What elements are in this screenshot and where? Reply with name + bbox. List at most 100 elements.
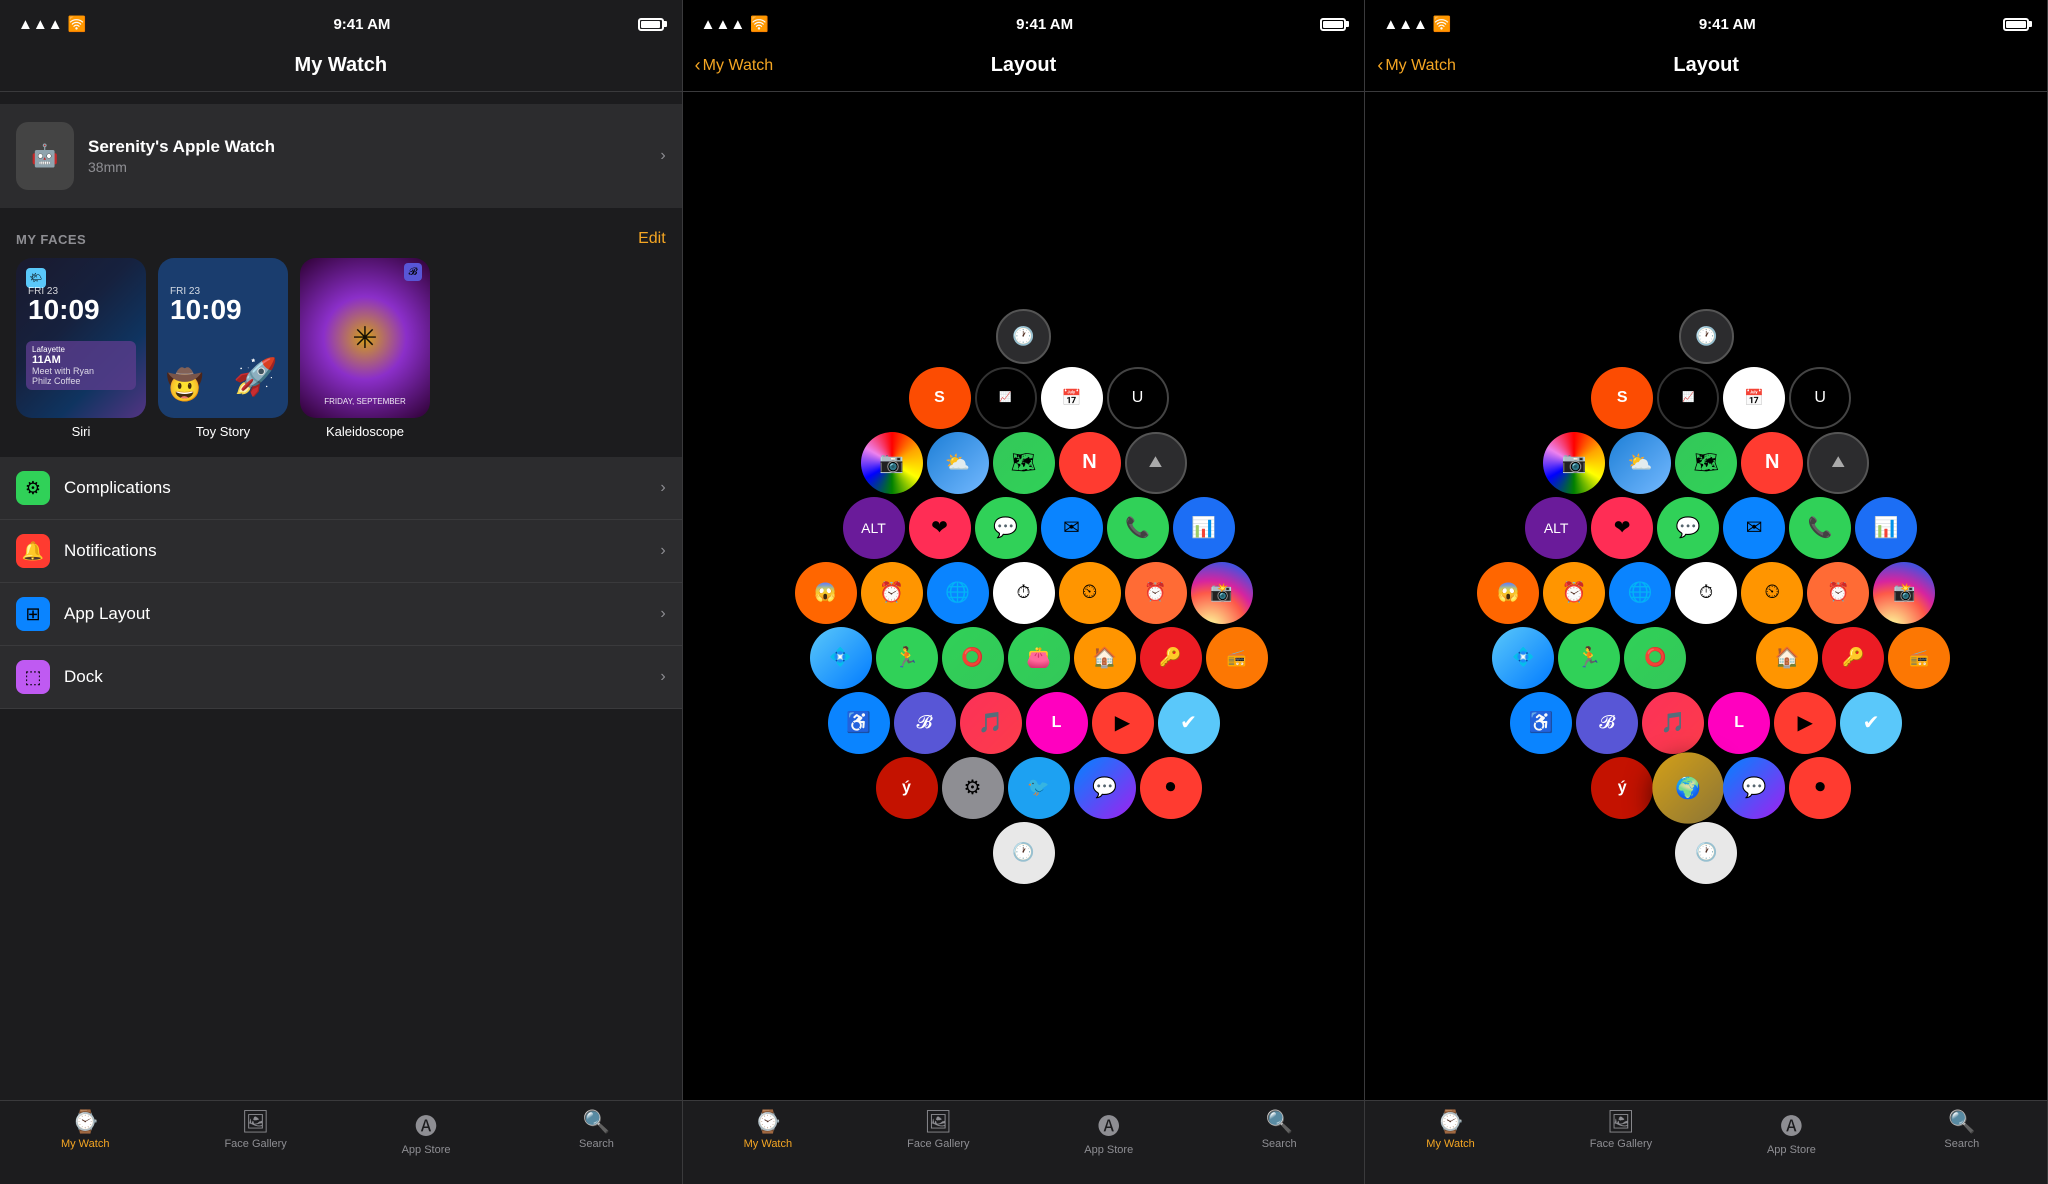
app-icon-3-yelp[interactable]: ý: [1591, 757, 1653, 819]
tab-search-3[interactable]: 🔍 Search: [1877, 1109, 2047, 1150]
app-icon-phone[interactable]: 📞: [1107, 497, 1169, 559]
tab-my-watch-3[interactable]: ⌚ My Watch: [1365, 1109, 1535, 1150]
tab-my-watch-2[interactable]: ⌚ My Watch: [683, 1109, 853, 1150]
app-icon-tweetbot[interactable]: 🐦: [1008, 757, 1070, 819]
app-icon-home[interactable]: 🏠: [1074, 627, 1136, 689]
app-icon-news[interactable]: N: [1059, 432, 1121, 494]
app-icon-3-mail[interactable]: ✉: [1723, 497, 1785, 559]
app-icon-overcast[interactable]: 📻: [1206, 627, 1268, 689]
app-icon-3-instagram[interactable]: 📸: [1873, 562, 1935, 624]
app-icon-3-messenger[interactable]: 💬: [1723, 757, 1785, 819]
app-icon-3-liftoff[interactable]: 𝓑: [1576, 692, 1638, 754]
app-icon-3-maps[interactable]: 🗺: [1675, 432, 1737, 494]
app-icon-messenger[interactable]: 💬: [1074, 757, 1136, 819]
app-icon-3-lyft[interactable]: L: [1708, 692, 1770, 754]
app-icon-instagram[interactable]: 📸: [1191, 562, 1253, 624]
app-icon-3-messages[interactable]: 💬: [1657, 497, 1719, 559]
app-icon-3-globe[interactable]: 🌐: [1609, 562, 1671, 624]
tab-search-1[interactable]: 🔍 Search: [511, 1109, 681, 1150]
app-icon-3-phone[interactable]: 📞: [1789, 497, 1851, 559]
app-icon-3-photos[interactable]: 📷: [1543, 432, 1605, 494]
app-icon-tick[interactable]: ✔: [1158, 692, 1220, 754]
app-icon-photos[interactable]: 📷: [861, 432, 923, 494]
app-icon-3-music[interactable]: 🎵: [1642, 692, 1704, 754]
menu-item-applayout[interactable]: ⊞ App Layout ›: [0, 583, 682, 646]
app-icon-timer1[interactable]: ⏲: [1059, 562, 1121, 624]
app-icon-accessibility[interactable]: ♿: [828, 692, 890, 754]
app-icon-keynote[interactable]: 📊: [1173, 497, 1235, 559]
app-icon-settings[interactable]: ⚙: [942, 757, 1004, 819]
app-icon-worldclock[interactable]: ⏱: [993, 562, 1055, 624]
app-icon-mr-face[interactable]: 😱: [795, 562, 857, 624]
tab-app-store-1[interactable]: 🅐 App Store: [341, 1109, 511, 1156]
app-icon-3-accessibility[interactable]: ♿: [1510, 692, 1572, 754]
face-card-toystory[interactable]: FRI 23 10:09 🚀 🤠 Toy Story: [158, 258, 288, 439]
app-icon-worldclock-bottom[interactable]: 🕐: [993, 822, 1055, 884]
app-icon-3-stocks[interactable]: 📈: [1657, 367, 1719, 429]
back-button-2[interactable]: ‹ My Watch: [695, 55, 774, 76]
app-icon-3-record[interactable]: ⏺: [1789, 757, 1851, 819]
app-icon-3-overcast[interactable]: 📻: [1888, 627, 1950, 689]
app-icon-stocks[interactable]: 📈: [975, 367, 1037, 429]
app-icon-3-calendar[interactable]: 📅: [1723, 367, 1785, 429]
edit-button[interactable]: Edit: [638, 230, 666, 248]
app-icon-3-home[interactable]: 🏠: [1756, 627, 1818, 689]
menu-item-dock[interactable]: ⬚ Dock ›: [0, 646, 682, 709]
back-button-3[interactable]: ‹ My Watch: [1377, 55, 1456, 76]
app-icon-uber[interactable]: U: [1107, 367, 1169, 429]
app-icon-breathe[interactable]: 💠: [810, 627, 872, 689]
app-icon-apogee[interactable]: ALT: [843, 497, 905, 559]
app-icon-timer2[interactable]: ⏰: [1125, 562, 1187, 624]
app-icon-alarm[interactable]: ⏰: [861, 562, 923, 624]
app-icon-messages[interactable]: 💬: [975, 497, 1037, 559]
app-icon-strava[interactable]: S: [909, 367, 971, 429]
app-icon-activity[interactable]: ⭕: [942, 627, 1004, 689]
face-card-siri[interactable]: 🌤 FRI 23 10:09 Lafayette 11AM Meet with …: [16, 258, 146, 439]
app-grid-2[interactable]: 🕐 S 📈 📅 U 📷 ⛅ 🗺 N ⛰: [683, 92, 1365, 1184]
app-icon-3-authy[interactable]: 🔑: [1822, 627, 1884, 689]
face-card-kaleido[interactable]: 𝓑 ✳ FRIDAY, SEPTEMBER Kaleidoscope: [300, 258, 430, 439]
app-icon-3-infuse[interactable]: ▶: [1774, 692, 1836, 754]
tab-face-gallery-2[interactable]: 🖼 Face Gallery: [853, 1109, 1023, 1150]
app-icon-3-remote[interactable]: ⛰: [1807, 432, 1869, 494]
app-icon-maps[interactable]: 🗺: [993, 432, 1055, 494]
app-icon-3-uber[interactable]: U: [1789, 367, 1851, 429]
app-icon-globe[interactable]: 🌐: [927, 562, 989, 624]
app-icon-3-keynote[interactable]: 📊: [1855, 497, 1917, 559]
app-icon-3-clock-top[interactable]: 🕐: [1679, 309, 1734, 364]
app-icon-liftoff[interactable]: 𝓑: [894, 692, 956, 754]
menu-item-notifications[interactable]: 🔔 Notifications ›: [0, 520, 682, 583]
app-icon-mail[interactable]: ✉: [1041, 497, 1103, 559]
watch-device[interactable]: 🤖 Serenity's Apple Watch 38mm ›: [0, 104, 682, 208]
tab-app-store-3[interactable]: 🅐 App Store: [1706, 1109, 1876, 1156]
app-icon-3-fitness[interactable]: 🏃: [1558, 627, 1620, 689]
app-icon-3-strava[interactable]: S: [1591, 367, 1653, 429]
app-icon-3-apogee[interactable]: ALT: [1525, 497, 1587, 559]
tab-face-gallery-3[interactable]: 🖼 Face Gallery: [1536, 1109, 1706, 1150]
app-icon-weather[interactable]: ⛅: [927, 432, 989, 494]
app-icon-3-breathe[interactable]: 💠: [1492, 627, 1554, 689]
app-icon-3-news[interactable]: N: [1741, 432, 1803, 494]
app-icon-3-face[interactable]: 😱: [1477, 562, 1539, 624]
tab-face-gallery-1[interactable]: 🖼 Face Gallery: [170, 1109, 340, 1150]
app-icon-infuse[interactable]: ▶: [1092, 692, 1154, 754]
app-icon-3-wallet-dragging[interactable]: 🌍: [1653, 752, 1724, 823]
app-icon-3-heart[interactable]: ❤: [1591, 497, 1653, 559]
app-icon-3-activity[interactable]: ⭕: [1624, 627, 1686, 689]
app-icon-heart[interactable]: ❤: [909, 497, 971, 559]
app-icon-lyft[interactable]: L: [1026, 692, 1088, 754]
app-icon-3-worldclock-bottom[interactable]: 🕐: [1675, 822, 1737, 884]
tab-my-watch-1[interactable]: ⌚ My Watch: [0, 1109, 170, 1150]
app-icon-3-tick[interactable]: ✔: [1840, 692, 1902, 754]
app-icon-3-worldclock[interactable]: ⏱: [1675, 562, 1737, 624]
tab-app-store-2[interactable]: 🅐 App Store: [1024, 1109, 1194, 1156]
app-icon-3-weather[interactable]: ⛅: [1609, 432, 1671, 494]
app-icon-yelp[interactable]: ý: [876, 757, 938, 819]
app-icon-authy[interactable]: 🔑: [1140, 627, 1202, 689]
app-icon-3-alarm[interactable]: ⏰: [1543, 562, 1605, 624]
app-icon-3-timer2[interactable]: ⏰: [1807, 562, 1869, 624]
app-icon-3-timer1[interactable]: ⏲: [1741, 562, 1803, 624]
app-icon-record[interactable]: ⏺: [1140, 757, 1202, 819]
app-icon-music[interactable]: 🎵: [960, 692, 1022, 754]
app-grid-3[interactable]: 🕐 S 📈 📅 U 📷 ⛅ 🗺 N ⛰ ALT ❤: [1365, 92, 2047, 1184]
